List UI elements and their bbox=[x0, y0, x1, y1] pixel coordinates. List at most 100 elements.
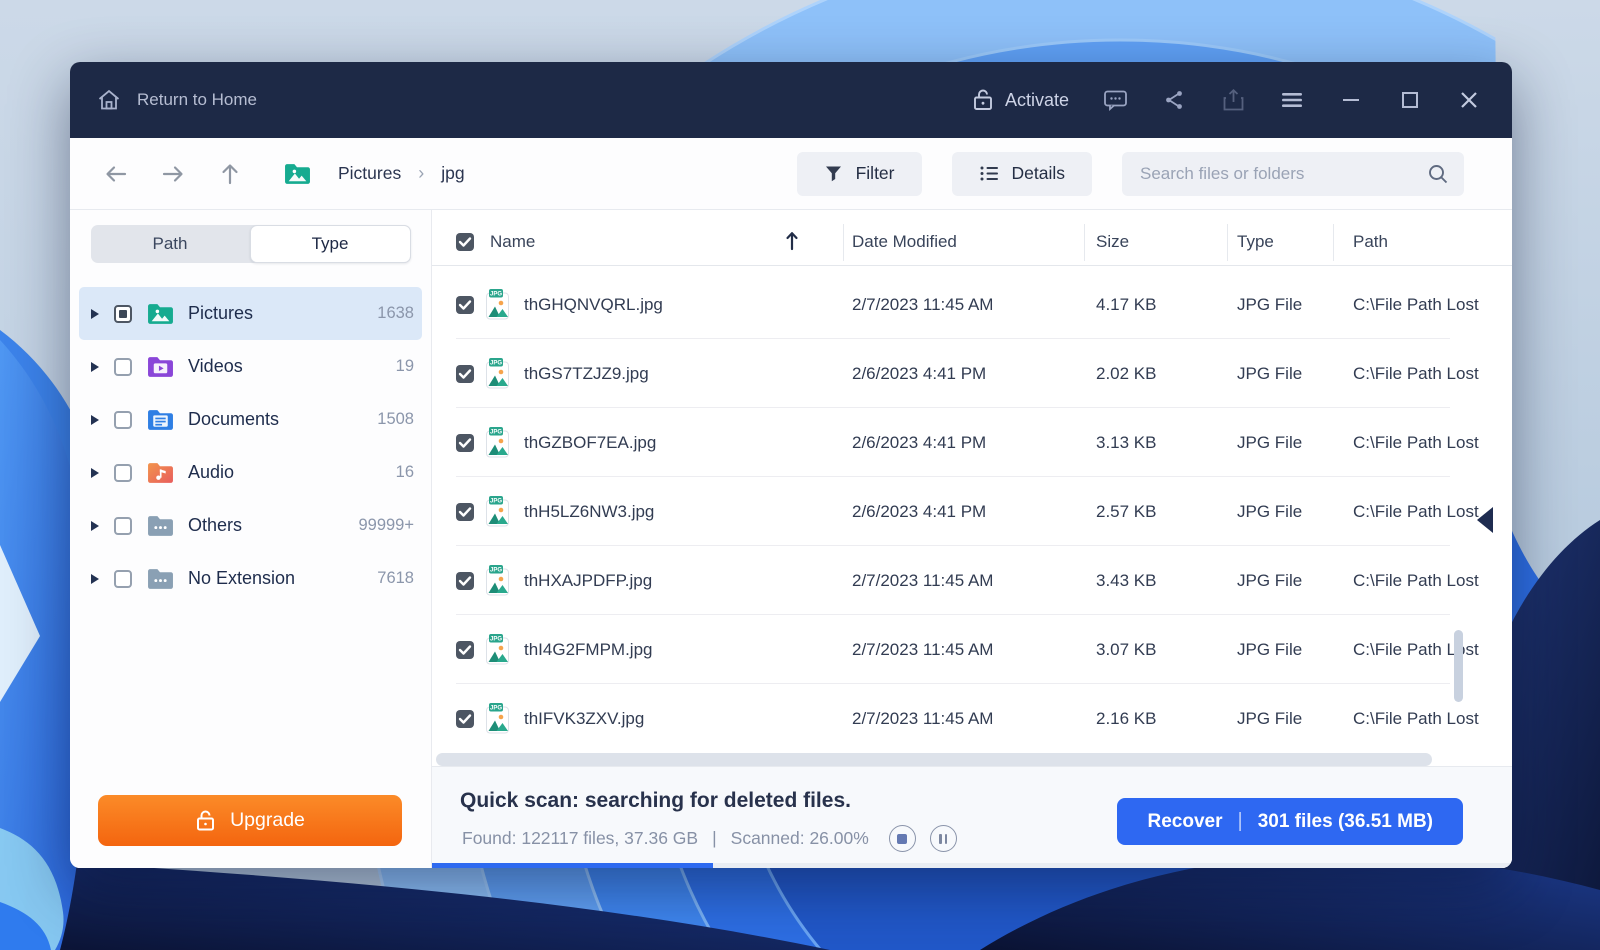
jpg-file-icon: JPG bbox=[486, 427, 509, 458]
maximize-button[interactable] bbox=[1397, 87, 1423, 113]
audio-checkbox[interactable] bbox=[114, 463, 132, 482]
upgrade-button[interactable]: Upgrade bbox=[98, 795, 402, 846]
close-button[interactable] bbox=[1456, 87, 1482, 113]
nav-arrows bbox=[104, 162, 242, 186]
jpg-file-icon: JPG bbox=[486, 565, 509, 596]
breadcrumb-current[interactable]: jpg bbox=[441, 163, 464, 184]
file-size: 2.02 KB bbox=[1096, 363, 1157, 383]
select-all-checkbox[interactable] bbox=[456, 233, 474, 251]
preview-collapse-handle[interactable] bbox=[1477, 507, 1493, 533]
forward-button[interactable] bbox=[161, 162, 185, 186]
file-date: 2/7/2023 11:45 AM bbox=[852, 570, 994, 590]
table-row[interactable]: JPG thGS7TZJZ9.jpg 2/6/2023 4:41 PM 2.02… bbox=[432, 339, 1512, 408]
row-checkbox[interactable] bbox=[456, 572, 474, 590]
activate-button[interactable]: Activate bbox=[972, 88, 1069, 112]
file-date: 2/6/2023 4:41 PM bbox=[852, 501, 987, 521]
row-checkbox[interactable] bbox=[456, 365, 474, 383]
stop-scan-button[interactable] bbox=[888, 825, 916, 852]
scan-found-text: Found: 122117 files, 37.36 GB bbox=[462, 828, 699, 848]
sidebar-item-videos[interactable]: Videos 19 bbox=[79, 340, 422, 393]
home-icon bbox=[98, 89, 120, 110]
recover-info: 301 files (36.51 MB) bbox=[1257, 810, 1433, 832]
sort-ascending-icon[interactable] bbox=[784, 230, 800, 252]
minimize-button[interactable] bbox=[1338, 87, 1364, 113]
sidebar: Path Type Pictures 1638 Videos 19 Docume… bbox=[70, 210, 432, 868]
table-row[interactable]: JPG thHXAJPDFP.jpg 2/7/2023 11:45 AM 3.4… bbox=[432, 546, 1512, 615]
share-icon[interactable] bbox=[1161, 87, 1187, 113]
expand-arrow-icon[interactable] bbox=[91, 361, 99, 372]
audio-folder-icon bbox=[148, 463, 173, 483]
sidebar-item-documents[interactable]: Documents 1508 bbox=[79, 393, 422, 446]
activate-label: Activate bbox=[1004, 89, 1069, 110]
sidebar-item-label: Documents bbox=[188, 409, 280, 429]
tab-type[interactable]: Type bbox=[249, 225, 411, 263]
pictures-checkbox[interactable] bbox=[114, 304, 132, 323]
stop-icon bbox=[897, 833, 908, 844]
tab-path[interactable]: Path bbox=[91, 225, 250, 263]
file-type: JPG File bbox=[1237, 294, 1303, 314]
file-date: 2/7/2023 11:45 AM bbox=[852, 708, 994, 728]
export-icon bbox=[1220, 87, 1246, 113]
recover-button[interactable]: Recover | 301 files (36.51 MB) bbox=[1117, 798, 1463, 845]
table-row[interactable]: JPG thGZBOF7EA.jpg 2/6/2023 4:41 PM 3.13… bbox=[432, 408, 1512, 477]
svg-text:JPG: JPG bbox=[490, 499, 502, 505]
sidebar-item-audio[interactable]: Audio 16 bbox=[79, 446, 422, 499]
scan-status-bar: Quick scan: searching for deleted files.… bbox=[432, 766, 1512, 868]
search-icon[interactable] bbox=[1427, 163, 1449, 185]
column-header-name[interactable]: Name bbox=[490, 232, 535, 252]
row-checkbox[interactable] bbox=[456, 641, 474, 659]
documents-checkbox[interactable] bbox=[114, 410, 132, 429]
sidebar-item-others[interactable]: Others 99999+ bbox=[79, 499, 422, 552]
row-checkbox[interactable] bbox=[456, 296, 474, 314]
column-header-date[interactable]: Date Modified bbox=[852, 232, 957, 252]
table-row[interactable]: JPG thH5LZ6NW3.jpg 2/6/2023 4:41 PM 2.57… bbox=[432, 477, 1512, 546]
column-header-size[interactable]: Size bbox=[1096, 232, 1129, 252]
table-row[interactable]: JPG thGHQNVQRL.jpg 2/7/2023 11:45 AM 4.1… bbox=[432, 270, 1512, 339]
no-extension-checkbox[interactable] bbox=[114, 569, 132, 588]
sidebar-item-no-extension[interactable]: No Extension 7618 bbox=[79, 552, 422, 605]
expand-arrow-icon[interactable] bbox=[91, 573, 99, 584]
jpg-file-icon: JPG bbox=[486, 634, 509, 665]
sidebar-item-label: No Extension bbox=[188, 568, 296, 588]
jpg-file-icon: JPG bbox=[486, 358, 509, 389]
feedback-icon[interactable] bbox=[1102, 87, 1128, 113]
sidebar-item-count: 16 bbox=[395, 463, 414, 481]
sidebar-item-pictures[interactable]: Pictures 1638 bbox=[79, 287, 422, 340]
row-checkbox[interactable] bbox=[456, 434, 474, 452]
back-button[interactable] bbox=[104, 162, 128, 186]
table-row[interactable]: JPG thI4G2FMPM.jpg 2/7/2023 11:45 AM 3.0… bbox=[432, 615, 1512, 684]
file-name: thGZBOF7EA.jpg bbox=[524, 432, 657, 452]
expand-arrow-icon[interactable] bbox=[91, 308, 99, 319]
expand-arrow-icon[interactable] bbox=[91, 520, 99, 531]
videos-checkbox[interactable] bbox=[114, 357, 132, 376]
file-type: JPG File bbox=[1237, 432, 1303, 452]
column-header-type[interactable]: Type bbox=[1237, 232, 1274, 252]
table-row[interactable]: JPG thIFVK3ZXV.jpg 2/7/2023 11:45 AM 2.1… bbox=[432, 684, 1512, 753]
filter-button[interactable]: Filter bbox=[796, 151, 922, 196]
vertical-scrollbar[interactable] bbox=[1454, 630, 1463, 702]
row-checkbox[interactable] bbox=[456, 503, 474, 521]
pause-scan-button[interactable] bbox=[929, 825, 957, 852]
pause-icon bbox=[939, 833, 948, 844]
breadcrumb-root[interactable]: Pictures bbox=[338, 163, 401, 184]
scan-scanned-text: Scanned: 26.00% bbox=[730, 828, 869, 848]
up-button[interactable] bbox=[218, 162, 242, 186]
column-header-path[interactable]: Path bbox=[1353, 232, 1388, 252]
details-button[interactable]: Details bbox=[951, 151, 1092, 196]
search-input[interactable] bbox=[1140, 163, 1427, 184]
file-name: thIFVK3ZXV.jpg bbox=[524, 708, 645, 728]
expand-arrow-icon[interactable] bbox=[91, 467, 99, 478]
videos-folder-icon bbox=[148, 357, 173, 377]
row-checkbox[interactable] bbox=[456, 710, 474, 728]
no-extension-folder-icon bbox=[148, 569, 173, 589]
expand-arrow-icon[interactable] bbox=[91, 414, 99, 425]
others-checkbox[interactable] bbox=[114, 516, 132, 535]
file-size: 4.17 KB bbox=[1096, 294, 1157, 314]
horizontal-scrollbar[interactable] bbox=[436, 753, 1432, 766]
column-divider bbox=[1227, 224, 1228, 261]
sidebar-item-label: Others bbox=[188, 515, 243, 535]
return-home-button[interactable]: Return to Home bbox=[96, 87, 257, 113]
svg-text:JPG: JPG bbox=[490, 637, 502, 643]
recover-divider: | bbox=[1237, 810, 1243, 832]
menu-icon[interactable] bbox=[1279, 87, 1305, 113]
